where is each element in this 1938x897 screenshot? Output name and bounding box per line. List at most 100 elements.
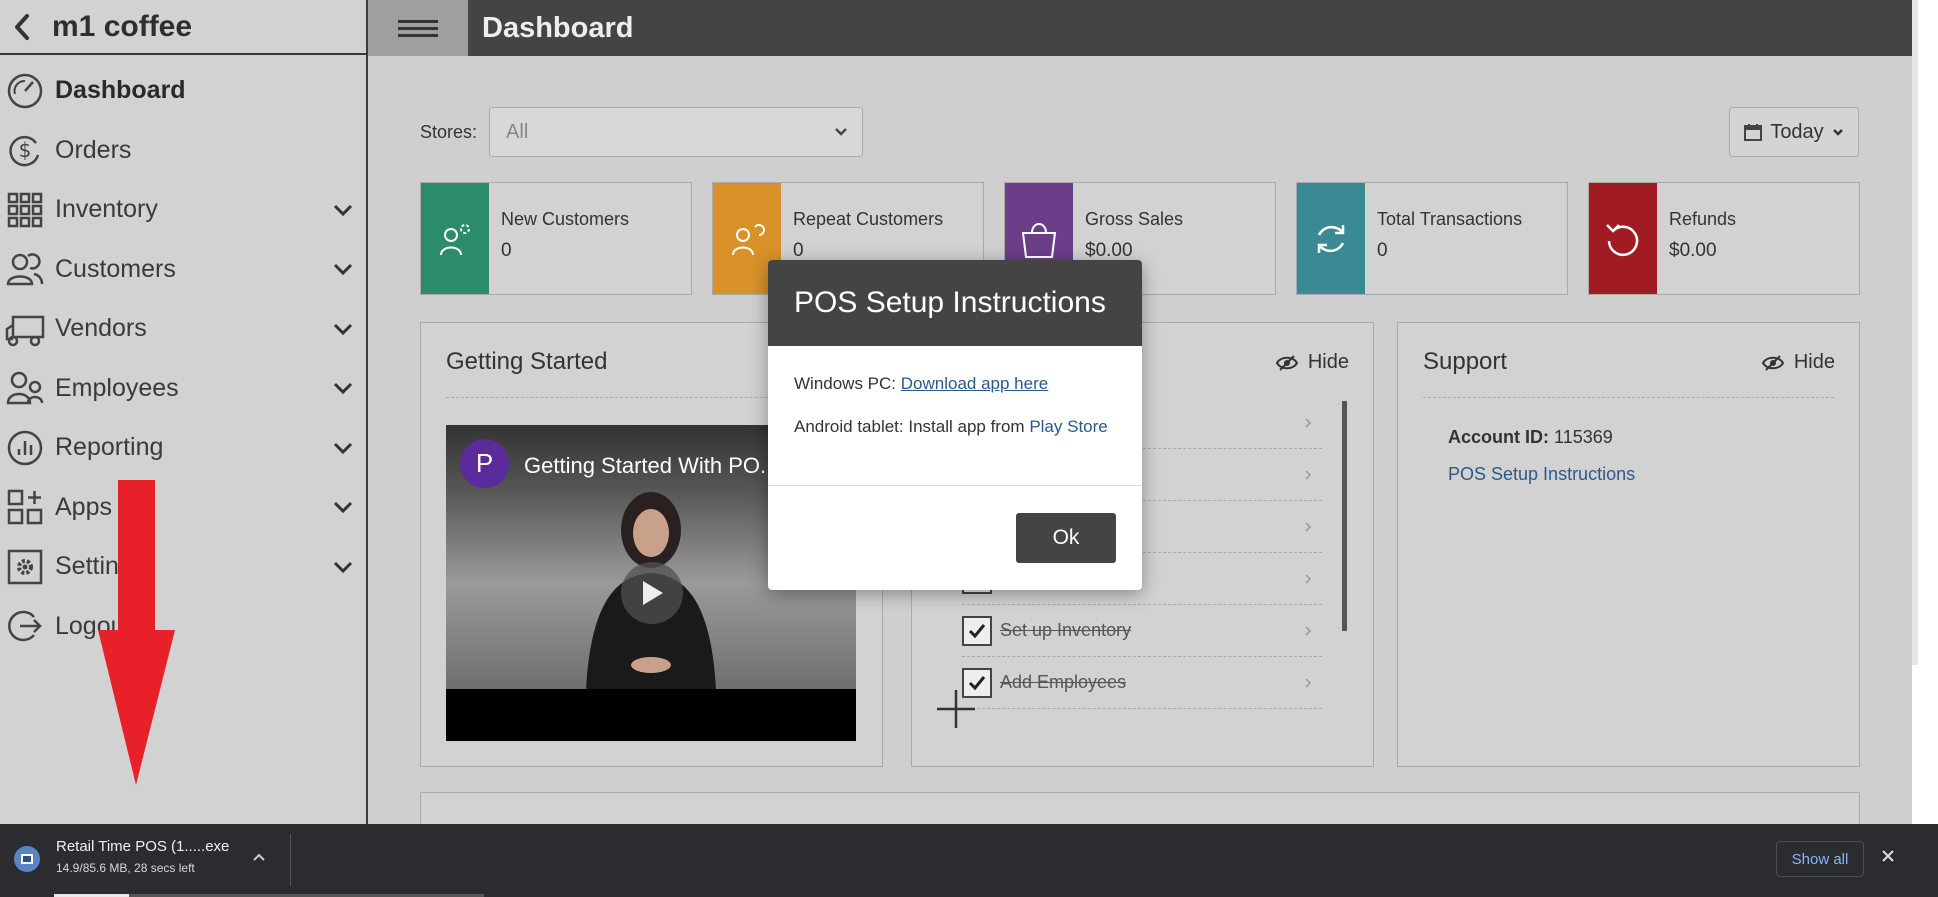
checklist-item[interactable]: Add Employees <box>962 657 1322 709</box>
hamburger-menu-button[interactable] <box>368 0 468 56</box>
support-panel: Support Hide Account ID: 115369 POS Setu… <box>1397 322 1860 767</box>
stores-select-value: All <box>506 120 529 143</box>
download-item[interactable]: Retail Time POS (1.....exe 14.9/85.6 MB,… <box>14 838 229 875</box>
sidebar-item-label: Employees <box>55 373 179 402</box>
checkbox[interactable] <box>962 615 992 646</box>
sidebar-item-label: Logout <box>55 611 132 640</box>
stat-card-refunds[interactable]: Refunds $0.00 <box>1588 182 1860 295</box>
check-icon <box>968 623 986 638</box>
sidebar-item-inventory[interactable]: Inventory <box>0 180 366 240</box>
page-scrollbar[interactable] <box>1912 0 1918 665</box>
stat-value: $0.00 <box>1085 240 1133 261</box>
stores-select[interactable]: All <box>489 107 864 157</box>
grid-icon <box>5 190 45 230</box>
panel-title: Getting Started <box>446 348 608 375</box>
android-prefix: Android tablet: Install app from <box>794 417 1025 437</box>
sidebar-item-label: Orders <box>55 135 132 164</box>
sidebar-item-reporting[interactable]: Reporting <box>0 418 366 478</box>
chevron-down-icon <box>333 502 353 514</box>
sidebar: m1 coffee Dashboard $ Orders Inventory C… <box>0 0 368 824</box>
chevron-up-icon[interactable] <box>252 852 266 862</box>
back-chevron-icon[interactable] <box>8 13 36 41</box>
chevron-down-icon <box>333 323 353 335</box>
ok-button[interactable]: Ok <box>1016 513 1116 563</box>
logout-icon <box>5 606 45 646</box>
gross-sales-by-category-panel <box>420 792 1860 824</box>
hide-label: Hide <box>1307 351 1349 373</box>
show-all-button[interactable]: Show all <box>1776 841 1864 877</box>
modal-footer-divider <box>768 485 1142 486</box>
sidebar-item-vendors[interactable]: Vendors <box>0 299 366 359</box>
brand-header: m1 coffee <box>0 0 366 55</box>
download-status: 14.9/85.6 MB, 28 secs left <box>56 861 195 875</box>
plus-icon[interactable] <box>935 688 977 730</box>
stat-title: Total Transactions <box>1377 209 1523 229</box>
chevron-down-icon <box>1832 128 1843 136</box>
gear-icon <box>5 547 45 587</box>
page-title: Dashboard <box>482 11 634 44</box>
refund-icon <box>1606 223 1639 256</box>
sidebar-item-label: Settings <box>55 552 146 581</box>
employees-icon <box>5 368 45 408</box>
chevron-down-icon <box>333 264 353 276</box>
hamburger-icon <box>398 16 438 41</box>
chevron-right-icon <box>1305 417 1312 428</box>
hide-toggle[interactable]: Hide <box>1761 351 1835 374</box>
card-color-band <box>421 183 489 294</box>
channel-avatar[interactable]: P <box>460 439 509 488</box>
apps-grid-icon <box>5 487 45 527</box>
users-icon <box>5 249 45 289</box>
truck-icon <box>5 309 45 349</box>
download-file-name: Retail Time POS (1.....exe <box>56 838 230 855</box>
sidebar-item-label: Apps <box>55 492 112 521</box>
stat-title: Repeat Customers <box>793 209 944 229</box>
eye-slash-icon <box>1761 354 1784 371</box>
account-id: Account ID: 115369 <box>1448 427 1613 448</box>
pos-setup-instructions-link[interactable]: POS Setup Instructions <box>1448 464 1635 485</box>
sidebar-item-label: Reporting <box>55 433 164 462</box>
stat-title: Gross Sales <box>1085 209 1184 229</box>
checklist-item[interactable]: Set up Inventory <box>962 605 1322 657</box>
dollar-cycle-icon: $ <box>5 130 45 170</box>
modal-title: POS Setup Instructions <box>768 260 1142 346</box>
hide-toggle[interactable]: Hide <box>1275 351 1349 374</box>
android-instruction: Android tablet: Install app from Play St… <box>794 417 1116 437</box>
video-title[interactable]: Getting Started With PO... <box>524 453 778 479</box>
svg-text:$: $ <box>19 138 32 162</box>
play-store-link[interactable]: Play Store <box>1029 417 1107 436</box>
video-black-bar <box>446 689 856 741</box>
download-app-link[interactable]: Download app here <box>901 374 1048 393</box>
stat-title: New Customers <box>501 209 630 229</box>
sidebar-item-logout[interactable]: Logout <box>0 597 366 657</box>
sidebar-item-apps[interactable]: Apps <box>0 478 366 538</box>
close-icon[interactable] <box>1880 848 1896 864</box>
checklist-item-label: Set up Inventory <box>1000 620 1132 640</box>
sidebar-nav: Dashboard $ Orders Inventory Customers V… <box>0 61 366 656</box>
checklist-item-label: Add Employees <box>1000 672 1127 692</box>
stat-card-new-customers[interactable]: New Customers 0 <box>420 182 692 295</box>
date-range-value: Today <box>1770 120 1824 143</box>
chevron-right-icon <box>1305 521 1312 532</box>
chevron-down-icon <box>333 383 353 395</box>
sidebar-item-orders[interactable]: $ Orders <box>0 121 366 181</box>
new-customer-icon <box>440 223 470 255</box>
checklist-scrollbar[interactable] <box>1342 401 1347 631</box>
chevron-right-icon <box>1305 469 1312 480</box>
account-id-label: Account ID: <box>1448 427 1549 447</box>
stat-value: 0 <box>793 240 804 261</box>
right-edge-strip <box>1912 0 1938 824</box>
date-range-button[interactable]: Today <box>1729 107 1859 157</box>
divider <box>1423 397 1834 398</box>
sidebar-item-customers[interactable]: Customers <box>0 240 366 300</box>
topbar: Dashboard <box>368 0 1912 56</box>
chevron-down-icon <box>835 128 847 136</box>
windows-instruction: Windows PC: Download app here <box>794 374 1116 394</box>
stat-card-total-transactions[interactable]: Total Transactions 0 <box>1296 182 1568 295</box>
sidebar-item-employees[interactable]: Employees <box>0 359 366 419</box>
play-button[interactable] <box>621 562 683 624</box>
sidebar-item-settings[interactable]: Settings <box>0 537 366 597</box>
sidebar-item-dashboard[interactable]: Dashboard <box>0 61 366 121</box>
chevron-right-icon <box>1305 677 1312 688</box>
stat-title: Refunds <box>1669 209 1737 229</box>
download-bar: Retail Time POS (1.....exe 14.9/85.6 MB,… <box>0 824 1938 897</box>
